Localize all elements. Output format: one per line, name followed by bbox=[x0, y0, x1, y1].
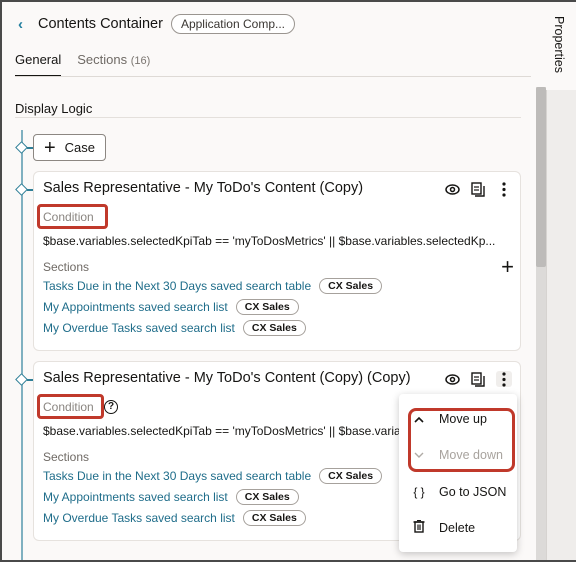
display-logic-heading: Display Logic bbox=[15, 101, 93, 116]
add-section-plus-icon[interactable]: + bbox=[501, 256, 514, 278]
section-tag: CX Sales bbox=[242, 320, 306, 336]
eye-icon[interactable] bbox=[444, 371, 460, 387]
section-row: My Overdue Tasks saved search list CX Sa… bbox=[43, 320, 306, 336]
header: ‹ Contents Container Application Comp... bbox=[18, 14, 295, 34]
more-options-icon[interactable] bbox=[496, 371, 512, 387]
add-case-label: Case bbox=[64, 140, 96, 155]
case-title: Sales Representative - My ToDo's Content… bbox=[43, 180, 364, 196]
section-link[interactable]: My Overdue Tasks saved search list bbox=[43, 321, 235, 335]
properties-tab-label[interactable]: Properties bbox=[552, 16, 566, 73]
section-link[interactable]: My Overdue Tasks saved search list bbox=[43, 511, 235, 525]
menu-item-go-to-json[interactable]: { } Go to JSON bbox=[399, 476, 517, 508]
component-type-chip: Application Comp... bbox=[170, 14, 295, 34]
sections-label: Sections bbox=[43, 260, 90, 274]
trash-icon bbox=[399, 519, 439, 536]
more-options-icon[interactable] bbox=[496, 181, 512, 197]
timeline-node-diamond bbox=[15, 183, 28, 196]
menu-item-label: Go to JSON bbox=[439, 485, 507, 499]
condition-highlight bbox=[37, 204, 108, 229]
section-row: My Appointments saved search list CX Sal… bbox=[43, 489, 299, 505]
timeline-node-diamond bbox=[15, 373, 28, 386]
section-tag: CX Sales bbox=[319, 278, 383, 294]
menu-item-label: Delete bbox=[439, 521, 476, 535]
timeline-node-diamond bbox=[15, 141, 28, 154]
section-tag: CX Sales bbox=[235, 299, 299, 315]
duplicate-icon[interactable] bbox=[470, 371, 486, 387]
section-tag: CX Sales bbox=[235, 489, 299, 505]
case-card: Sales Representative - My ToDo's Content… bbox=[33, 171, 521, 351]
section-row: My Appointments saved search list CX Sal… bbox=[43, 299, 299, 315]
duplicate-icon[interactable] bbox=[470, 181, 486, 197]
condition-expression: $base.variables.selectedKpiTab == 'myToD… bbox=[43, 234, 496, 248]
section-link[interactable]: Tasks Due in the Next 30 Days saved sear… bbox=[43, 279, 311, 293]
move-options-highlight bbox=[408, 408, 515, 472]
tab-general[interactable]: General bbox=[15, 52, 62, 77]
section-row: Tasks Due in the Next 30 Days saved sear… bbox=[43, 468, 383, 484]
tab-divider bbox=[15, 76, 531, 77]
section-tag: CX Sales bbox=[319, 468, 383, 484]
section-link[interactable]: My Appointments saved search list bbox=[43, 300, 228, 314]
case-actions bbox=[444, 371, 512, 387]
back-chevron-icon[interactable]: ‹ bbox=[18, 16, 36, 33]
tab-general-label: General bbox=[15, 52, 62, 67]
section-row: Tasks Due in the Next 30 Days saved sear… bbox=[43, 278, 383, 294]
section-divider bbox=[15, 117, 521, 118]
scrollbar-thumb[interactable] bbox=[536, 87, 546, 267]
tab-sections-count: (16) bbox=[130, 55, 151, 67]
tab-sections[interactable]: Sections (16) bbox=[77, 52, 150, 77]
plus-icon: + bbox=[43, 136, 56, 159]
menu-item-delete[interactable]: Delete bbox=[399, 512, 517, 544]
section-row: My Overdue Tasks saved search list CX Sa… bbox=[43, 510, 306, 526]
condition-expression: $base.variables.selectedKpiTab == 'myToD… bbox=[43, 424, 403, 438]
help-icon[interactable]: ? bbox=[104, 400, 118, 414]
eye-icon[interactable] bbox=[444, 181, 460, 197]
section-tag: CX Sales bbox=[242, 510, 306, 526]
case-title: Sales Representative - My ToDo's Content… bbox=[43, 370, 411, 386]
tab-bar: General Sections (16) bbox=[15, 52, 166, 77]
condition-highlight bbox=[37, 394, 104, 419]
braces-icon: { } bbox=[413, 485, 425, 499]
add-case-button[interactable]: + Case bbox=[33, 134, 106, 161]
page-title: Contents Container bbox=[38, 16, 163, 32]
case-actions bbox=[444, 181, 512, 197]
tab-sections-label: Sections bbox=[77, 52, 128, 67]
section-link[interactable]: My Appointments saved search list bbox=[43, 490, 228, 504]
section-link[interactable]: Tasks Due in the Next 30 Days saved sear… bbox=[43, 469, 311, 483]
sections-label: Sections bbox=[43, 450, 90, 464]
